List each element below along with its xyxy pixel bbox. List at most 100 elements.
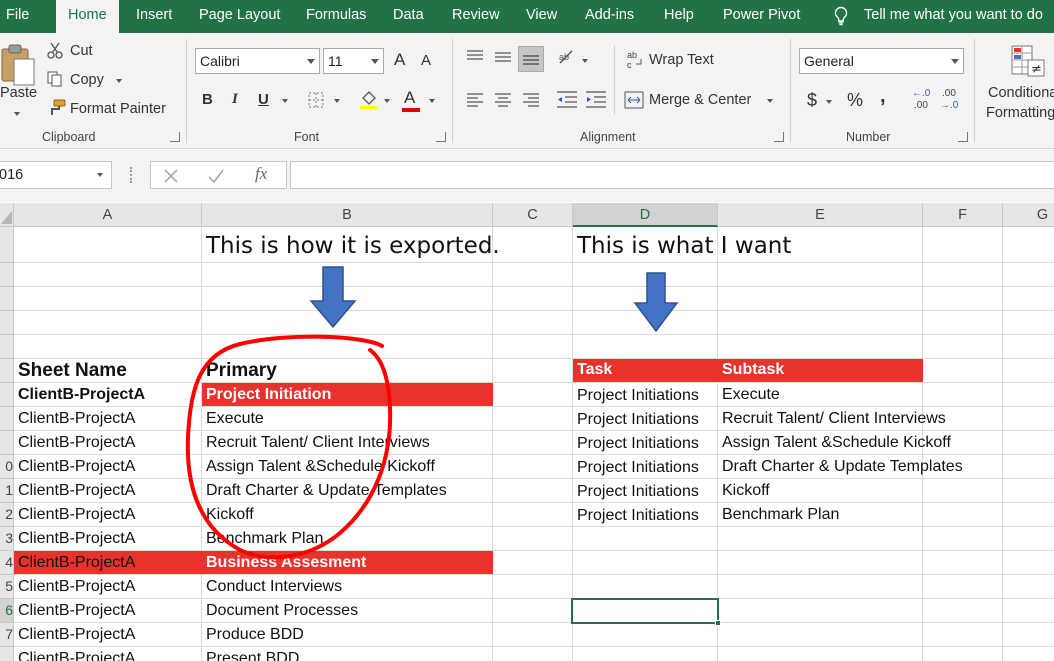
increase-indent-icon[interactable]: [585, 91, 607, 109]
paste-icon[interactable]: [0, 43, 36, 87]
font-color-button[interactable]: A: [404, 88, 415, 108]
tab-view[interactable]: View: [526, 0, 557, 33]
name-box[interactable]: 016: [0, 161, 112, 189]
cell-d6-task-header[interactable]: Task: [573, 358, 612, 382]
row-header[interactable]: 7: [0, 623, 14, 647]
tab-help[interactable]: Help: [664, 0, 694, 33]
column-header-a[interactable]: A: [14, 203, 202, 227]
cell-a[interactable]: ClientB-ProjectA: [14, 479, 135, 503]
cut-button[interactable]: Cut: [70, 43, 93, 59]
cell-d[interactable]: Project Initiations: [573, 408, 699, 432]
formula-input[interactable]: [290, 161, 1054, 189]
format-painter-button[interactable]: Format Painter: [70, 101, 166, 117]
select-all-corner[interactable]: [0, 203, 14, 227]
active-cell-selection[interactable]: [571, 598, 719, 624]
name-box-dropdown-icon[interactable]: [97, 173, 103, 177]
row-header[interactable]: 2: [0, 503, 14, 527]
cell-a[interactable]: ClientB-ProjectA: [14, 647, 135, 661]
conditional-formatting-icon[interactable]: ≠: [1010, 44, 1046, 78]
wrap-text-button[interactable]: Wrap Text: [649, 52, 714, 68]
cell-b[interactable]: Produce BDD: [202, 623, 304, 647]
copy-dropdown-icon[interactable]: [116, 79, 122, 83]
cell-a[interactable]: ClientB-ProjectA: [14, 575, 135, 599]
conditional-formatting-label-2[interactable]: Formatting: [986, 105, 1054, 121]
column-header-e[interactable]: E: [718, 203, 923, 227]
insert-function-button[interactable]: fx: [255, 164, 267, 184]
row-header[interactable]: [0, 383, 14, 407]
currency-dropdown-icon[interactable]: [826, 100, 832, 104]
fill-color-dropdown-icon[interactable]: [384, 99, 390, 103]
worksheet-grid[interactable]: A B C D E F G 0 1 2 3 4 5 6 7 This is ho…: [0, 203, 1054, 661]
align-left-icon[interactable]: [466, 93, 484, 107]
italic-button[interactable]: I: [232, 91, 238, 108]
orientation-dropdown-icon[interactable]: [582, 59, 588, 63]
cell-e[interactable]: Recruit Talent/ Client Interviews: [718, 407, 946, 431]
cell-e[interactable]: Execute: [718, 383, 780, 407]
font-color-dropdown-icon[interactable]: [429, 99, 435, 103]
grow-font-button[interactable]: A: [394, 50, 405, 70]
cell-a[interactable]: ClientB-ProjectA: [14, 527, 135, 551]
tab-file[interactable]: File: [6, 0, 29, 33]
row-header[interactable]: [0, 359, 14, 383]
comma-style-button[interactable]: ,: [880, 85, 886, 108]
decrease-indent-icon[interactable]: [556, 91, 578, 109]
align-middle-icon[interactable]: [494, 50, 512, 64]
clipboard-launcher-icon[interactable]: [170, 132, 180, 142]
column-header-c[interactable]: C: [493, 203, 573, 227]
row-header-selected[interactable]: 6: [0, 599, 14, 623]
conditional-formatting-label-1[interactable]: Conditional: [988, 85, 1054, 101]
formula-bar-grip[interactable]: [130, 167, 133, 183]
copy-icon[interactable]: [46, 70, 64, 88]
tab-power-pivot[interactable]: Power Pivot: [723, 0, 800, 33]
underline-button[interactable]: U: [258, 91, 269, 108]
cell-a[interactable]: ClientB-ProjectA: [14, 503, 135, 527]
number-launcher-icon[interactable]: [958, 132, 968, 142]
row-header[interactable]: [0, 287, 14, 311]
cell-b[interactable]: Conduct Interviews: [202, 575, 342, 599]
tab-home[interactable]: Home: [56, 0, 119, 33]
cell-a[interactable]: ClientB-ProjectA: [14, 623, 135, 647]
align-top-icon[interactable]: [466, 50, 484, 64]
format-painter-icon[interactable]: [46, 99, 66, 117]
heading-exported[interactable]: This is how it is exported.: [206, 233, 500, 259]
bold-button[interactable]: B: [202, 91, 213, 108]
tell-me-search[interactable]: Tell me what you want to do: [864, 0, 1043, 33]
font-size-select[interactable]: 11: [323, 48, 384, 74]
column-header-d[interactable]: D: [573, 203, 718, 227]
cell-e[interactable]: Kickoff: [718, 479, 770, 503]
confirm-entry-icon[interactable]: [207, 168, 225, 184]
row-header[interactable]: [0, 647, 14, 661]
fill-color-icon[interactable]: [358, 88, 380, 110]
shrink-font-button[interactable]: A: [421, 52, 431, 69]
cell-a[interactable]: ClientB-ProjectA: [14, 599, 135, 623]
cell-a[interactable]: ClientB-ProjectA: [14, 455, 135, 479]
merge-center-button[interactable]: Merge & Center: [649, 92, 751, 108]
row-header[interactable]: 3: [0, 527, 14, 551]
column-header-b[interactable]: B: [202, 203, 493, 227]
copy-button[interactable]: Copy: [70, 72, 104, 88]
column-header-g[interactable]: G: [1003, 203, 1054, 227]
cell-e[interactable]: Benchmark Plan: [718, 503, 839, 527]
cell-e6-subtask-header[interactable]: Subtask: [718, 358, 784, 382]
cell-b[interactable]: Document Processes: [202, 599, 358, 623]
orientation-icon[interactable]: ab: [556, 47, 578, 69]
decrease-decimal-button[interactable]: .00 →.0: [940, 88, 964, 114]
fill-handle[interactable]: [715, 620, 721, 626]
cell-a6-sheet-name-header[interactable]: Sheet Name: [14, 359, 127, 383]
borders-icon[interactable]: [307, 91, 325, 109]
cell-d[interactable]: Project Initiations: [573, 456, 699, 480]
cell-a[interactable]: ClientB-ProjectA: [14, 407, 135, 431]
merge-center-icon[interactable]: [624, 91, 644, 109]
row-header[interactable]: 1: [0, 479, 14, 503]
cell-a[interactable]: ClientB-ProjectA: [14, 383, 145, 407]
row-header[interactable]: [0, 263, 14, 287]
tab-page-layout[interactable]: Page Layout: [199, 0, 280, 33]
cell-a[interactable]: ClientB-ProjectA: [14, 431, 135, 455]
row-header[interactable]: 0: [0, 455, 14, 479]
paste-label[interactable]: Paste: [0, 85, 37, 101]
alignment-launcher-icon[interactable]: [774, 132, 784, 142]
align-center-icon[interactable]: [494, 93, 512, 107]
merge-dropdown-icon[interactable]: [767, 99, 773, 103]
row-header[interactable]: 4: [0, 551, 14, 575]
column-header-f[interactable]: F: [923, 203, 1003, 227]
